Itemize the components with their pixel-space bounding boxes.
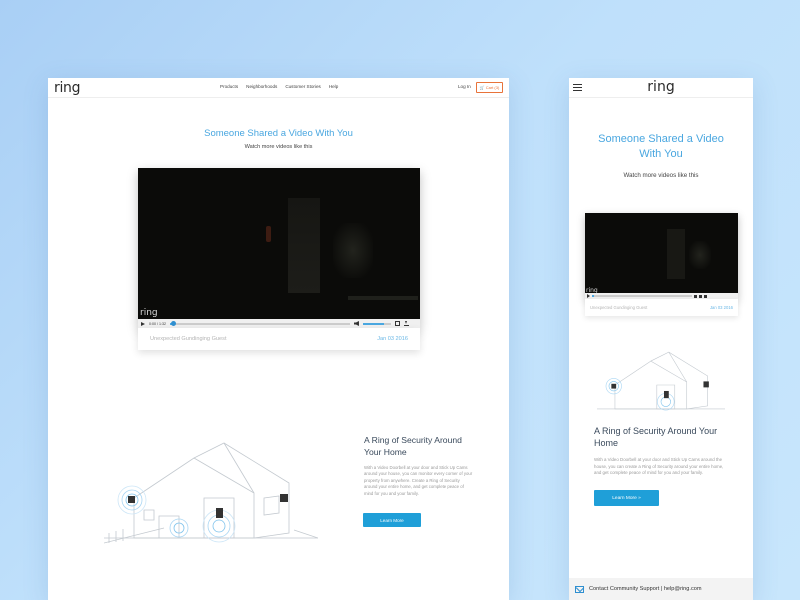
video-progress-bar[interactable]	[169, 321, 350, 326]
main-nav: Products Neighborhoods Customer Stories …	[220, 84, 338, 89]
video-progress-fill	[592, 295, 594, 297]
mobile-header: ring	[569, 78, 753, 98]
play-icon[interactable]	[587, 294, 590, 298]
desktop-page-mockup: ring Products Neighborhoods Customer Sto…	[48, 78, 509, 600]
house-security-illustration	[597, 351, 725, 411]
support-contact-link[interactable]: Contact Community Support | help@ring.co…	[589, 586, 702, 592]
nav-item-customer-stories[interactable]: Customer Stories	[285, 84, 321, 89]
fullscreen-icon[interactable]	[394, 321, 400, 326]
nav-item-help[interactable]: Help	[329, 84, 338, 89]
volume-slider[interactable]	[362, 322, 391, 325]
video-title: Unexpected Gundinging Guest	[590, 305, 648, 310]
ring-logo[interactable]: ring	[569, 79, 753, 95]
feature-description: With a Video Doorbell at your door and S…	[364, 465, 473, 496]
video-frame-lamp	[266, 226, 271, 242]
page-subtitle: Watch more videos like this	[623, 172, 699, 179]
volume-icon[interactable]	[694, 294, 697, 298]
download-icon[interactable]	[704, 294, 707, 298]
video-frame-window	[689, 241, 711, 269]
feature-title: A Ring of Security Around Your Home	[594, 426, 718, 448]
page-title: Someone Shared a Video With You	[204, 128, 353, 139]
video-time: 0:00 / 1:32	[149, 321, 166, 326]
page-title: Someone Shared a Video With You	[598, 133, 724, 160]
video-frame-floor	[348, 296, 418, 300]
play-icon[interactable]	[141, 321, 145, 326]
support-footer: Contact Community Support | help@ring.co…	[569, 578, 753, 600]
video-controls: 0:00 / 1:32	[138, 319, 420, 328]
desktop-header: ring Products Neighborhoods Customer Sto…	[48, 78, 509, 98]
nav-item-products[interactable]: Products	[220, 84, 238, 89]
video-progress-knob[interactable]	[171, 321, 177, 326]
house-security-illustration	[104, 442, 318, 544]
video-frame-doorway	[288, 198, 320, 293]
video-player[interactable]: ring	[585, 213, 738, 299]
video-date: Jan 03 2016	[377, 336, 408, 342]
video-frame-window	[333, 223, 373, 278]
video-title: Unexpected Gundinging Guest	[150, 336, 227, 342]
learn-more-button[interactable]: Learn More	[363, 513, 421, 527]
video-caption: Unexpected Gundinging Guest Jan 03 2016	[138, 328, 420, 350]
video-player[interactable]: ring 0:00 / 1:32	[138, 168, 420, 328]
mobile-page-mockup: ring Someone Shared a Video With You Wat…	[569, 78, 753, 600]
download-icon[interactable]	[403, 321, 409, 326]
login-link[interactable]: Log In	[458, 84, 471, 89]
cart-button[interactable]: 🛒 Cart (3)	[476, 82, 503, 93]
volume-fill	[362, 322, 384, 325]
video-progress-bar[interactable]	[592, 295, 692, 297]
video-frame-doorway	[667, 229, 685, 279]
fullscreen-icon[interactable]	[699, 294, 702, 298]
video-date: Jan 03 2016	[709, 305, 733, 310]
video-caption: Unexpected Gundinging Guest Jan 03 2016	[585, 299, 738, 316]
learn-more-button[interactable]: Learn More »	[594, 490, 659, 506]
feature-description: With a Video Doorbell at your door and S…	[594, 457, 724, 476]
ring-logo[interactable]: ring	[54, 80, 81, 96]
mail-icon	[575, 585, 584, 593]
feature-title: A Ring of Security Around Your Home	[364, 435, 462, 457]
nav-item-neighborhoods[interactable]: Neighborhoods	[246, 84, 277, 89]
volume-icon[interactable]	[353, 321, 359, 326]
page-subtitle: Watch more videos like this	[244, 144, 313, 150]
video-watermark: ring	[140, 308, 158, 318]
